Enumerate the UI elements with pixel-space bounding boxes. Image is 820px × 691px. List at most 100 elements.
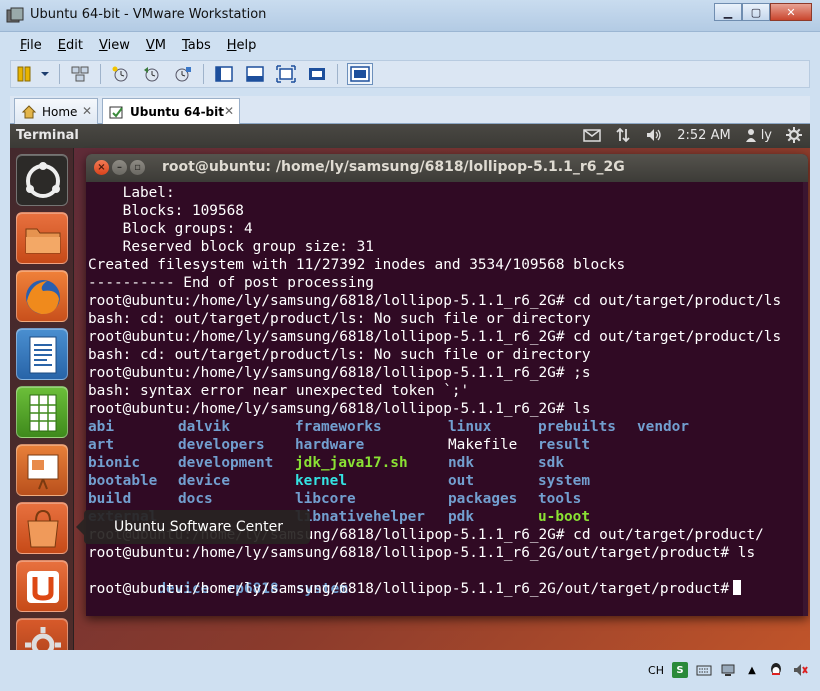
close-button[interactable]: ✕ [770, 3, 812, 21]
ubuntu-top-panel: Terminal 2:52 AM ly [10, 124, 810, 148]
ls-entry: libcore [295, 491, 356, 507]
menu-edit[interactable]: Edit [48, 36, 89, 58]
ime-indicator[interactable]: CH [648, 664, 664, 677]
ls-entry: sdk [538, 455, 564, 471]
take-snapshot-button[interactable] [110, 64, 132, 84]
ubuntu-one-launcher[interactable] [16, 560, 68, 612]
user-menu[interactable]: ly [745, 128, 772, 143]
power-dropdown-button[interactable] [40, 64, 50, 84]
dash-home-button[interactable] [16, 154, 68, 206]
unity-mode-button[interactable] [306, 64, 328, 84]
sogou-icon[interactable]: S [672, 662, 688, 678]
show-library-button[interactable] [213, 64, 235, 84]
software-center-launcher[interactable] [16, 502, 68, 554]
firefox-icon [26, 280, 60, 315]
unity-launcher [10, 148, 74, 650]
terminal-line: bash: cd: out/target/product/ls: No such… [88, 311, 591, 327]
revert-snapshot-button[interactable] [141, 64, 163, 84]
terminal-line: root@ubuntu:/home/ly/samsung/6818/lollip… [88, 329, 782, 345]
menu-view[interactable]: View [89, 36, 136, 58]
network-computers-icon [71, 66, 89, 82]
firefox-launcher[interactable] [16, 270, 68, 322]
libreoffice-writer-launcher[interactable] [16, 328, 68, 380]
menu-file[interactable]: File [10, 36, 48, 58]
gear-icon[interactable] [786, 127, 802, 143]
pause-icon [17, 66, 31, 82]
pause-vm-button[interactable] [15, 64, 37, 84]
ls-entry: linux [448, 419, 492, 435]
ubuntu-one-icon [27, 571, 59, 603]
ls-entry: development [178, 455, 274, 471]
vm-tab-strip: Home ✕ Ubuntu 64-bit ✕ [10, 96, 810, 124]
close-icon[interactable]: ✕ [82, 104, 92, 118]
tab-ubuntu-label: Ubuntu 64-bit [130, 104, 224, 119]
maximize-button[interactable]: ▢ [742, 3, 770, 21]
shopping-bag-icon [27, 509, 59, 548]
console-view-button[interactable] [347, 63, 373, 85]
snapshot-manager-icon [175, 67, 191, 82]
terminal-prompt-line: root@ubuntu:/home/ly/samsung/6818/lollip… [88, 580, 806, 598]
toolbar-separator [203, 64, 204, 84]
ls-entry: tools [538, 491, 582, 507]
menu-help[interactable]: Help [217, 36, 263, 58]
user-icon [745, 129, 756, 142]
terminal-line: Created filesystem with 11/27392 inodes … [88, 257, 626, 273]
libreoffice-impress-launcher[interactable] [16, 444, 68, 496]
chevron-up-icon[interactable]: ▲ [744, 662, 760, 678]
minimize-button[interactable]: ▁ [714, 3, 742, 21]
ls-entry: abi [88, 419, 114, 435]
terminal-output[interactable]: Label: Blocks: 109568 Block groups: 4 Re… [88, 184, 806, 616]
terminal-close-button[interactable]: × [94, 160, 109, 175]
toolbar-separator [337, 64, 338, 84]
ls-entry [637, 436, 757, 454]
full-screen-button[interactable] [275, 64, 297, 84]
console-view-icon [350, 66, 370, 82]
terminal-minimize-button[interactable]: – [112, 160, 127, 175]
menu-tabs[interactable]: Tabs [172, 36, 217, 58]
terminal-window-controls: × – ▫ [94, 160, 145, 175]
tab-home[interactable]: Home ✕ [14, 98, 98, 124]
toolbar [10, 60, 810, 88]
network-arrows-icon[interactable] [615, 127, 631, 143]
tab-ubuntu-64bit[interactable]: Ubuntu 64-bit ✕ [102, 98, 240, 124]
keyboard-icon[interactable] [696, 662, 712, 678]
volume-icon[interactable] [645, 127, 663, 143]
toolbar-separator [100, 64, 101, 84]
ubuntu-desktop[interactable]: Terminal 2:52 AM ly × – ▫ root@ubuntu: /… [10, 124, 810, 650]
qq-icon[interactable] [768, 662, 784, 678]
ls-entry: device [178, 473, 230, 489]
ls-entry [637, 454, 757, 472]
terminal-line: bash: cd: out/target/product/ls: No such… [88, 347, 591, 363]
ls-entry: docs [178, 491, 213, 507]
vmware-titlebar: Ubuntu 64-bit - VMware Workstation ▁ ▢ ✕ [0, 0, 820, 32]
user-name: ly [760, 127, 772, 143]
menu-vm[interactable]: VM [136, 36, 172, 58]
close-icon[interactable]: ✕ [224, 104, 234, 118]
terminal-window[interactable]: × – ▫ root@ubuntu: /home/ly/samsung/6818… [86, 154, 808, 616]
terminal-line: bash: syntax error near unexpected token… [88, 383, 470, 399]
vmware-app-icon [6, 7, 24, 23]
terminal-scrollbar[interactable] [803, 182, 808, 616]
terminal-line: Label: [88, 185, 175, 201]
network-icon[interactable] [720, 662, 736, 678]
libreoffice-calc-launcher[interactable] [16, 386, 68, 438]
clock[interactable]: 2:52 AM [677, 128, 730, 143]
presentation-icon [27, 454, 59, 490]
terminal-line: Reserved block group size: 31 [88, 239, 374, 255]
system-settings-launcher[interactable] [16, 618, 68, 650]
terminal-maximize-button[interactable]: ▫ [130, 160, 145, 175]
product-ls-output: device rp6818 system [88, 562, 806, 597]
send-ctrl-alt-del-button[interactable] [69, 64, 91, 84]
terminal-title: root@ubuntu: /home/ly/samsung/6818/lolli… [162, 159, 625, 175]
snapshot-manager-button[interactable] [172, 64, 194, 84]
vm-icon [109, 106, 123, 118]
thumbnail-bar-button[interactable] [244, 64, 266, 84]
mail-icon[interactable] [583, 128, 601, 142]
terminal-titlebar[interactable]: × – ▫ root@ubuntu: /home/ly/samsung/6818… [86, 154, 808, 182]
tab-home-label: Home [42, 104, 78, 119]
ls-entry: bionic [88, 455, 140, 471]
files-launcher[interactable] [16, 212, 68, 264]
ls-entry [637, 490, 757, 508]
ls-entry [637, 472, 757, 490]
mute-icon[interactable] [792, 662, 808, 678]
